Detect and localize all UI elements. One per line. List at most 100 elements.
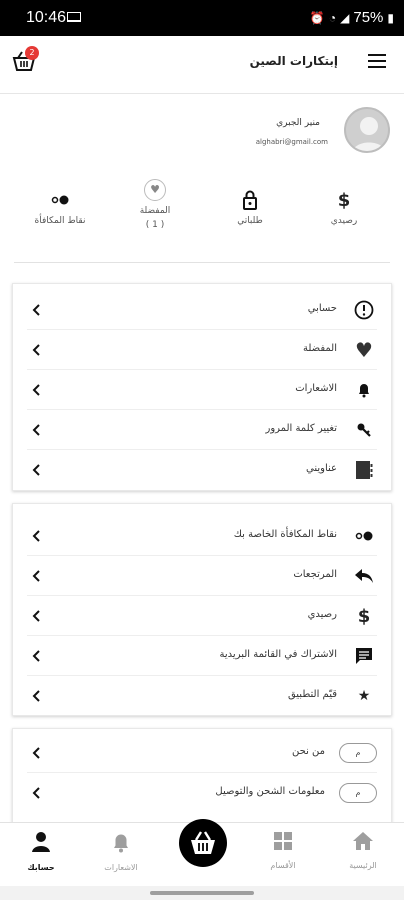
status-bar: 10:46 ⏰ ◔ ◢ 75% ▮	[0, 0, 404, 36]
menu-item-label: تغيير كلمة المرور	[265, 423, 337, 434]
menu-item-label: المرتجعات	[293, 569, 337, 580]
menu-item-notifications[interactable]: الاشعارات	[27, 370, 377, 410]
stat-points[interactable]: نقاط المكافأة	[20, 188, 100, 226]
lock-icon	[243, 190, 257, 210]
status-time: 10:46	[26, 9, 67, 26]
toggle-icon	[51, 195, 69, 205]
signal-icon: ◢	[340, 10, 350, 25]
page-title: إبتكارات الصين	[249, 54, 338, 68]
nav-label: حسابك	[27, 863, 55, 872]
menu-item-favorites[interactable]: المفضلة ♥	[27, 330, 377, 370]
info-section: من نحن م معلومات الشحن والتوصيل م	[12, 728, 392, 828]
battery-icon: ▮	[387, 10, 394, 25]
cart-badge: 2	[25, 46, 39, 60]
nav-label: الرئيسية	[349, 861, 377, 870]
bell-icon	[353, 379, 375, 401]
dollar-icon: $	[337, 189, 351, 211]
nav-categories[interactable]: الأقسام	[248, 831, 318, 870]
toggle-icon	[353, 525, 375, 547]
screen-cast-icon	[67, 12, 81, 22]
menu-item-shipping-info[interactable]: معلومات الشحن والتوصيل م	[27, 773, 377, 813]
status-right: ⏰ ◔ ◢ 75% ▮	[310, 9, 394, 26]
stats-row: $ رصيدي طلباتي ♥ المفضلة ( 1 ) نقاط المك…	[0, 178, 404, 248]
bell-icon	[114, 834, 128, 853]
menu-item-label: نقاط المكافأة الخاصة بك	[233, 529, 337, 540]
nav-notifications[interactable]: الاشعارات	[86, 831, 156, 872]
menu-item-about[interactable]: من نحن م	[27, 733, 377, 773]
alarm-icon: ⏰	[309, 10, 325, 25]
user-silhouette-icon	[352, 117, 386, 151]
menu-item-balance[interactable]: رصيدي $	[27, 596, 377, 636]
chevron-left-icon	[32, 747, 40, 759]
menu-item-addresses[interactable]: عناويني	[27, 450, 377, 490]
heart-icon: ♥	[355, 338, 373, 362]
menu-item-account[interactable]: حسابي	[27, 290, 377, 330]
stat-receipts[interactable]: $ رصيدي	[304, 188, 384, 227]
bottom-nav: الرئيسية الأقسام الاشعارات حسابك	[0, 819, 404, 886]
chevron-left-icon	[32, 344, 40, 356]
menu-item-reward-points[interactable]: نقاط المكافأة الخاصة بك	[27, 516, 377, 556]
stat-label: نقاط المكافأة	[34, 216, 86, 226]
stat-label: طلباتي	[237, 216, 263, 226]
chevron-left-icon	[32, 570, 40, 582]
chevron-left-icon	[32, 530, 40, 542]
menu-item-label: رصيدي	[307, 609, 337, 620]
info-icon	[353, 299, 375, 321]
menu-item-label: الاشتراك في القائمة البريدية	[219, 649, 337, 660]
user-name: منير الجبري	[276, 118, 320, 128]
cart-fab-button[interactable]	[179, 819, 227, 867]
page-pill: م	[339, 783, 377, 803]
menu-item-label: من نحن	[292, 746, 325, 757]
battery-level: 75%	[353, 9, 384, 26]
menu-icon[interactable]	[368, 54, 386, 68]
home-icon	[353, 832, 373, 850]
account-section: حسابي المفضلة ♥ الاشعارات تغيير كلمة الم…	[12, 283, 392, 491]
wifi-icon: ◔	[328, 10, 337, 25]
stat-favorites[interactable]: ♥ المفضلة ( 1 )	[115, 178, 195, 230]
menu-item-label: الاشعارات	[295, 383, 337, 394]
chevron-left-icon	[32, 690, 40, 702]
app-bar: 2 إبتكارات الصين	[0, 36, 404, 94]
chevron-left-icon	[32, 610, 40, 622]
person-icon	[32, 832, 50, 852]
chevron-left-icon	[32, 787, 40, 799]
favorites-count: ( 1 )	[145, 220, 165, 230]
key-icon	[353, 419, 375, 441]
menu-item-label: عناويني	[306, 463, 337, 474]
cart-button[interactable]: 2	[12, 46, 39, 76]
menu-item-label: معلومات الشحن والتوصيل	[215, 786, 325, 797]
menu-item-label: قيّم التطبيق	[287, 689, 337, 700]
divider	[14, 262, 390, 263]
dollar-icon: $	[357, 605, 371, 627]
nav-label: الاشعارات	[104, 863, 138, 872]
gesture-handle[interactable]	[150, 891, 254, 895]
stat-orders[interactable]: طلباتي	[210, 188, 290, 226]
menu-item-newsletter[interactable]: الاشتراك في القائمة البريدية	[27, 636, 377, 676]
reply-icon	[353, 565, 375, 587]
star-icon: ★	[357, 688, 371, 704]
chevron-left-icon	[32, 650, 40, 662]
user-email: alghabri@gmail.com	[255, 138, 328, 146]
heart-icon: ♥	[144, 179, 166, 201]
message-icon	[353, 645, 375, 667]
menu-item-change-password[interactable]: تغيير كلمة المرور	[27, 410, 377, 450]
menu-item-label: المفضلة	[302, 343, 337, 354]
avatar[interactable]	[344, 107, 390, 153]
activity-section: نقاط المكافأة الخاصة بك المرتجعات رصيدي …	[12, 503, 392, 716]
chevron-left-icon	[32, 424, 40, 436]
chevron-left-icon	[32, 464, 40, 476]
stat-label: المفضلة	[139, 206, 171, 216]
nav-account[interactable]: حسابك	[6, 831, 76, 872]
grid-icon	[274, 832, 292, 850]
basket-icon	[191, 831, 215, 854]
nav-home[interactable]: الرئيسية	[328, 831, 398, 870]
nav-label: الأقسام	[270, 861, 296, 870]
address-book-icon	[353, 459, 375, 481]
menu-item-returns[interactable]: المرتجعات	[27, 556, 377, 596]
page-pill: م	[339, 743, 377, 763]
chevron-left-icon	[32, 384, 40, 396]
menu-item-rate-app[interactable]: قيّم التطبيق ★	[27, 676, 377, 716]
menu-item-label: حسابي	[307, 303, 337, 314]
stat-label: رصيدي	[330, 216, 358, 226]
chevron-left-icon	[32, 304, 40, 316]
